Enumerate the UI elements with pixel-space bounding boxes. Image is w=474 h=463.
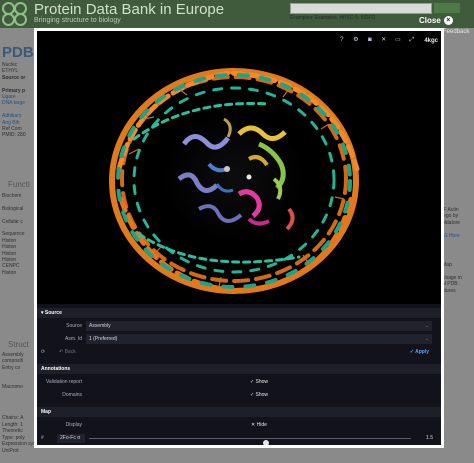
sigma-value[interactable]: 1.5 bbox=[426, 433, 433, 444]
settings-icon[interactable]: ⚙ bbox=[352, 37, 359, 44]
close-button[interactable]: Close × bbox=[419, 16, 453, 25]
display-row: Display ✕ Hide bbox=[37, 420, 441, 431]
map-type-select[interactable]: 2Fo-Fc σ bbox=[57, 434, 85, 443]
text-line: UniProt bbox=[2, 447, 19, 454]
tools-icon[interactable]: ✕ bbox=[380, 37, 387, 44]
structure-canvas[interactable] bbox=[99, 59, 369, 299]
chevron-down-icon: ⌄ bbox=[424, 323, 429, 329]
control-panel: ▾ Source Source Assembly ⌄ Asm. Id 1 (Pre… bbox=[37, 304, 441, 445]
entry-id-label: 4kgc bbox=[424, 37, 438, 44]
text-line: Histon bbox=[2, 269, 17, 276]
domains-row: Domains ✓ Show bbox=[37, 390, 441, 401]
back-button[interactable]: ↶ Back bbox=[59, 347, 76, 358]
asm-label: Asm. Id bbox=[65, 336, 82, 342]
domains-label: Domains bbox=[62, 392, 82, 398]
feedback-link[interactable]: Feedback bbox=[443, 29, 469, 35]
refresh-icon[interactable]: ⟳ bbox=[41, 347, 45, 358]
text-line: PMID: 280 bbox=[2, 132, 26, 139]
validation-toggle[interactable]: ✓ Show bbox=[86, 377, 432, 388]
validation-label: Validation report bbox=[45, 379, 82, 385]
help-icon[interactable]: ? bbox=[338, 37, 345, 44]
text-line[interactable]: 51 Hore bbox=[442, 233, 474, 239]
search-button[interactable] bbox=[434, 3, 460, 13]
pdbe-logo bbox=[2, 2, 28, 26]
source-row: Source Assembly ⌄ bbox=[37, 321, 441, 332]
map-section-header[interactable]: Map bbox=[37, 407, 441, 417]
asm-row: Asm. Id 1 (Preferred) ⌄ bbox=[37, 334, 441, 345]
text-line: ctures bbox=[442, 287, 456, 294]
function-heading: Functi bbox=[8, 180, 30, 189]
molstar-modal: ? ⚙ ◙ ✕ ▭ ⤢ 4kgc ▾ Source Source Assembl… bbox=[34, 28, 444, 448]
structure-heading: Struct bbox=[8, 340, 29, 349]
camera-icon[interactable]: ◙ bbox=[366, 37, 373, 44]
close-circle-icon: × bbox=[443, 16, 453, 25]
structure-details: Assembly compositi Entry co Macromo bbox=[2, 352, 34, 390]
right-sidebar-lower: Map Usage in al PDB ctures bbox=[442, 262, 474, 294]
source-section-header[interactable]: ▾ Source bbox=[37, 308, 441, 318]
annotations-section-header[interactable]: Annotations bbox=[37, 364, 441, 374]
asm-select[interactable]: 1 (Preferred) ⌄ bbox=[86, 334, 432, 344]
sigma-slider-track[interactable] bbox=[89, 438, 411, 445]
map-sigma-row: # 2Fo-Fc σ 1.5 bbox=[37, 433, 441, 445]
entry-summary: Nuclec ETHYL Source or Primary p Ugare DNA t… bbox=[2, 62, 34, 139]
source-label: Source bbox=[66, 323, 82, 329]
validation-row: Validation report ✓ Show bbox=[37, 377, 441, 388]
display-label: Display bbox=[65, 422, 82, 428]
site-subtitle: Bringing structure to biology bbox=[34, 17, 121, 24]
fullscreen-icon[interactable]: ⤢ bbox=[408, 37, 415, 44]
hash-icon: # bbox=[41, 435, 44, 441]
histone-core bbox=[162, 111, 306, 243]
viewer-toolbar: ? ⚙ ◙ ✕ ▭ ⤢ 4kgc bbox=[338, 37, 438, 44]
site-header: Protein Data Bank in Europe Bringing str… bbox=[0, 0, 474, 28]
display-toggle[interactable]: ✕ Hide bbox=[86, 420, 432, 431]
right-sidebar: IF Actin lego by oldatore 51 Hore bbox=[442, 207, 474, 239]
function-details: Biochem Biological Cellular c Sequence Hi… bbox=[2, 193, 34, 276]
expand-icon[interactable]: ▭ bbox=[394, 37, 401, 44]
site-title: Protein Data Bank in Europe bbox=[34, 1, 225, 18]
apply-button[interactable]: ✓ Apply bbox=[410, 347, 429, 358]
close-label: Close bbox=[419, 16, 441, 25]
search-examples: Examples: Examples, HPSC-5, 5IDFO bbox=[290, 15, 376, 21]
molstar-viewer: ? ⚙ ◙ ✕ ▭ ⤢ 4kgc ▾ Source Source Assembl… bbox=[37, 31, 441, 445]
source-select[interactable]: Assembly ⌄ bbox=[86, 321, 432, 331]
back-apply-row: ⟳ ↶ Back ✓ Apply bbox=[37, 347, 441, 358]
sigma-slider-thumb[interactable] bbox=[263, 440, 270, 445]
search-input[interactable] bbox=[290, 3, 432, 14]
domains-toggle[interactable]: ✓ Show bbox=[86, 390, 432, 401]
text-line: Macromo bbox=[2, 384, 23, 391]
chevron-down-icon: ⌄ bbox=[424, 336, 429, 342]
